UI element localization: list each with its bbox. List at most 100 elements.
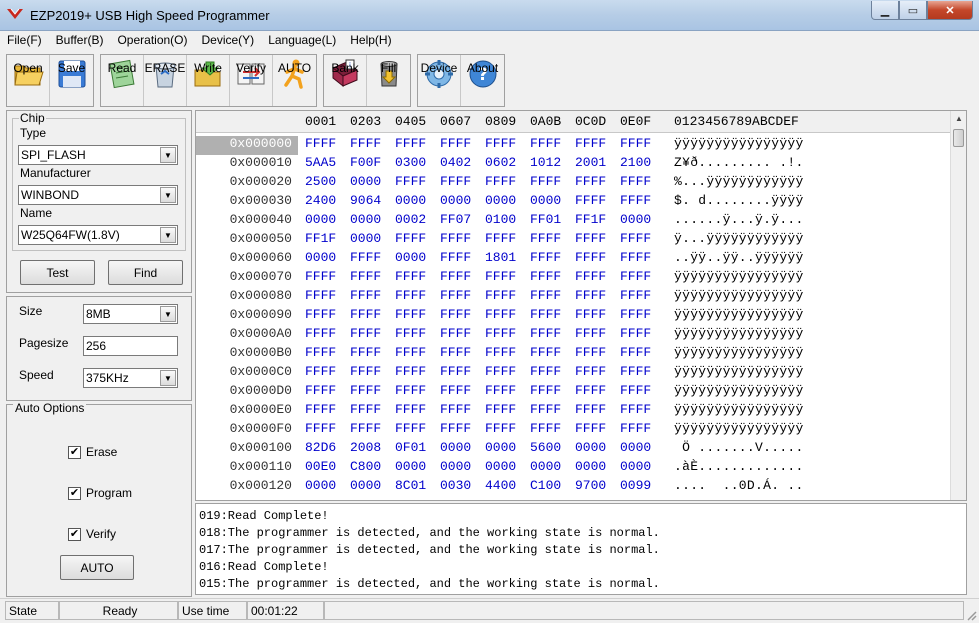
- hex-cell[interactable]: FFFF: [575, 250, 606, 265]
- hex-cell[interactable]: FFFF: [620, 383, 651, 398]
- hex-cell[interactable]: 0100: [485, 212, 516, 227]
- maximize-button[interactable]: ▭: [899, 1, 927, 20]
- hex-cell[interactable]: FFFF: [530, 288, 561, 303]
- hex-cell[interactable]: 0000: [485, 440, 516, 455]
- menu-help[interactable]: Help(H): [343, 31, 398, 51]
- hex-cell[interactable]: FFFF: [350, 364, 381, 379]
- hex-cell[interactable]: 0000: [440, 440, 471, 455]
- menu-operation[interactable]: Operation(O): [110, 31, 194, 51]
- hex-cell[interactable]: 0602: [485, 155, 516, 170]
- device-button[interactable]: Device: [418, 55, 461, 106]
- hex-cell[interactable]: FFFF: [530, 307, 561, 322]
- hex-cell[interactable]: FFFF: [575, 269, 606, 284]
- hex-cell[interactable]: FFFF: [620, 326, 651, 341]
- hex-cell[interactable]: 0000: [485, 459, 516, 474]
- hex-cell[interactable]: FFFF: [575, 136, 606, 151]
- hex-cell[interactable]: FFFF: [620, 231, 651, 246]
- hex-cell[interactable]: FFFF: [395, 231, 426, 246]
- hex-cell[interactable]: FFFF: [440, 326, 471, 341]
- hex-cell[interactable]: FFFF: [575, 364, 606, 379]
- hex-cell[interactable]: FFFF: [305, 326, 336, 341]
- hex-cell[interactable]: FFFF: [440, 421, 471, 436]
- hex-cell[interactable]: FFFF: [395, 402, 426, 417]
- menu-device[interactable]: Device(Y): [195, 31, 262, 51]
- hex-cell[interactable]: FFFF: [485, 288, 516, 303]
- hex-cell[interactable]: 2001: [575, 155, 606, 170]
- hex-cell[interactable]: FFFF: [530, 421, 561, 436]
- hex-cell[interactable]: FFFF: [350, 345, 381, 360]
- hex-cell[interactable]: FFFF: [440, 174, 471, 189]
- hex-cell[interactable]: 0000: [620, 212, 651, 227]
- hex-view[interactable]: 0001 0203 0405 0607 0809 0A0B 0C0D 0E0F …: [195, 110, 967, 501]
- hex-cell[interactable]: FFFF: [305, 307, 336, 322]
- hex-cell[interactable]: FFFF: [305, 269, 336, 284]
- hex-cell[interactable]: 82D6: [305, 440, 336, 455]
- hex-cell[interactable]: FFFF: [485, 402, 516, 417]
- hex-cell[interactable]: 0000: [485, 193, 516, 208]
- hex-cell[interactable]: FFFF: [485, 174, 516, 189]
- hex-cell[interactable]: 0000: [395, 193, 426, 208]
- hex-cell[interactable]: FFFF: [575, 193, 606, 208]
- hex-cell[interactable]: 0000: [395, 459, 426, 474]
- hex-cell[interactable]: FFFF: [530, 364, 561, 379]
- hex-cell[interactable]: FFFF: [575, 174, 606, 189]
- hex-cell[interactable]: C800: [350, 459, 381, 474]
- hex-cell[interactable]: 0000: [620, 459, 651, 474]
- hex-cell[interactable]: 0000: [395, 250, 426, 265]
- type-select[interactable]: SPI_FLASH ▼: [18, 145, 178, 165]
- hex-cell[interactable]: FFFF: [530, 136, 561, 151]
- scroll-up-icon[interactable]: ▲: [951, 111, 966, 127]
- hex-cell[interactable]: FFFF: [530, 326, 561, 341]
- hex-cell[interactable]: FFFF: [305, 421, 336, 436]
- hex-cell[interactable]: FFFF: [395, 345, 426, 360]
- hex-cell[interactable]: 0300: [395, 155, 426, 170]
- hex-cell[interactable]: 00E0: [305, 459, 336, 474]
- hex-cell[interactable]: FF1F: [305, 231, 336, 246]
- auto-toolbar-button[interactable]: AUTO: [273, 55, 316, 106]
- hex-cell[interactable]: 8C01: [395, 478, 426, 493]
- hex-cell[interactable]: FFFF: [350, 269, 381, 284]
- hex-cell[interactable]: FFFF: [350, 383, 381, 398]
- hex-cell[interactable]: FFFF: [620, 269, 651, 284]
- hex-cell[interactable]: FFFF: [575, 307, 606, 322]
- hex-cell[interactable]: 4400: [485, 478, 516, 493]
- hex-cell[interactable]: 5600: [530, 440, 561, 455]
- erase-button[interactable]: ERASE: [144, 55, 187, 106]
- hex-cell[interactable]: FFFF: [620, 193, 651, 208]
- hex-cell[interactable]: FFFF: [620, 174, 651, 189]
- minimize-button[interactable]: ▁: [871, 1, 899, 20]
- hex-cell[interactable]: FFFF: [305, 383, 336, 398]
- hex-cell[interactable]: 0000: [305, 250, 336, 265]
- hex-cell[interactable]: FFFF: [530, 383, 561, 398]
- auto-run-button[interactable]: AUTO: [60, 555, 134, 580]
- hex-cell[interactable]: FFFF: [485, 326, 516, 341]
- hex-cell[interactable]: FFFF: [530, 269, 561, 284]
- hex-cell[interactable]: 0000: [305, 212, 336, 227]
- speed-select[interactable]: 375KHz ▼: [83, 368, 178, 388]
- erase-checkbox[interactable]: ✔: [68, 446, 81, 459]
- manufacturer-select[interactable]: WINBOND ▼: [18, 185, 178, 205]
- hex-cell[interactable]: FFFF: [305, 345, 336, 360]
- hex-cell[interactable]: FF01: [530, 212, 561, 227]
- size-select[interactable]: 8MB ▼: [83, 304, 178, 324]
- hex-cell[interactable]: FFFF: [305, 364, 336, 379]
- close-button[interactable]: ✕: [927, 1, 973, 20]
- read-button[interactable]: Read: [101, 55, 144, 106]
- hex-cell[interactable]: 0099: [620, 478, 651, 493]
- hex-cell[interactable]: FFFF: [440, 250, 471, 265]
- hex-cell[interactable]: FFFF: [350, 421, 381, 436]
- hex-cell[interactable]: FF1F: [575, 212, 606, 227]
- open-button[interactable]: Open: [7, 55, 50, 106]
- hex-cell[interactable]: FFFF: [530, 402, 561, 417]
- hex-cell[interactable]: FFFF: [485, 383, 516, 398]
- fill-button[interactable]: Fill: [367, 55, 410, 106]
- hex-cell[interactable]: FFFF: [575, 402, 606, 417]
- hex-cell[interactable]: FFFF: [395, 383, 426, 398]
- test-button[interactable]: Test: [20, 260, 95, 285]
- hex-cell[interactable]: FFFF: [440, 383, 471, 398]
- hex-cell[interactable]: FFFF: [440, 345, 471, 360]
- hex-cell[interactable]: FFFF: [620, 288, 651, 303]
- hex-cell[interactable]: FFFF: [485, 345, 516, 360]
- hex-cell[interactable]: 0000: [620, 440, 651, 455]
- hex-cell[interactable]: FFFF: [485, 269, 516, 284]
